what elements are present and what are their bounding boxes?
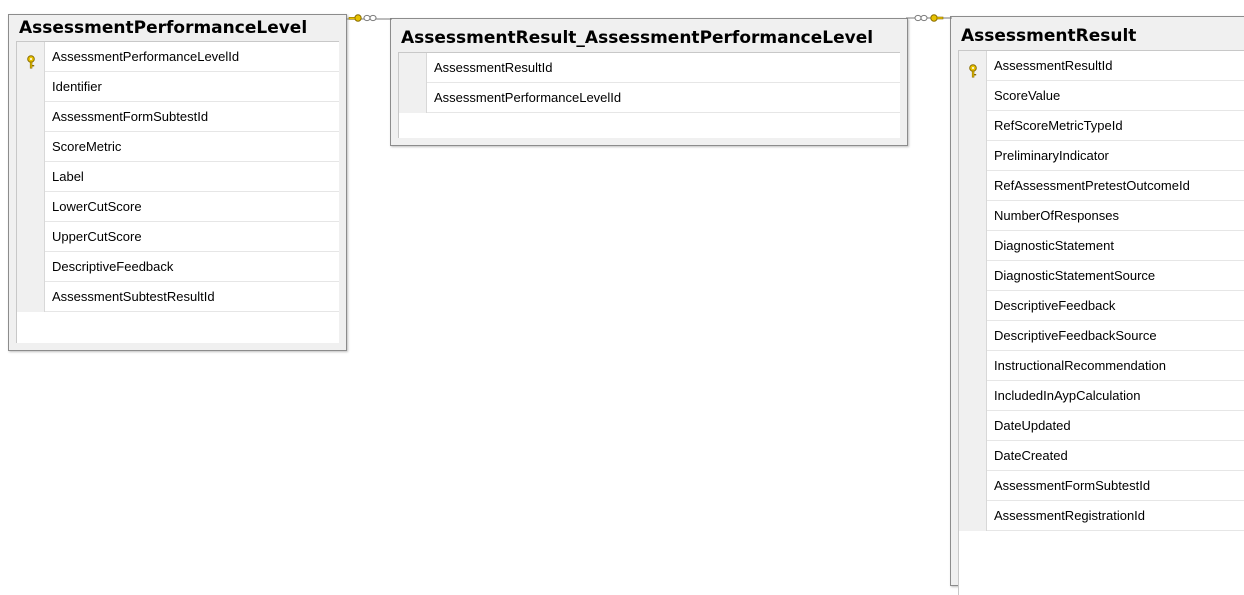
table-assessment-result[interactable]: AssessmentResult AssessmentResultId Score… bbox=[950, 16, 1244, 595]
column-name: AssessmentFormSubtestId bbox=[52, 109, 209, 124]
column-name: NumberOfResponses bbox=[994, 208, 1119, 223]
column-row[interactable]: Label bbox=[17, 162, 339, 192]
row-selector[interactable] bbox=[959, 201, 987, 231]
row-selector[interactable] bbox=[959, 471, 987, 501]
table-assessment-performance-level[interactable]: AssessmentPerformanceLevel AssessmentPer… bbox=[8, 14, 347, 351]
row-selector[interactable] bbox=[959, 141, 987, 171]
column-name: AssessmentPerformanceLevelId bbox=[434, 90, 622, 105]
column-name: ScoreMetric bbox=[52, 139, 122, 154]
row-selector[interactable] bbox=[17, 132, 45, 162]
column-row[interactable]: AssessmentResultId bbox=[959, 51, 1244, 81]
row-selector[interactable] bbox=[17, 72, 45, 102]
relationship-line-performance-level[interactable] bbox=[346, 6, 392, 26]
column-name: DescriptiveFeedback bbox=[994, 298, 1116, 313]
column-row[interactable]: DiagnosticStatement bbox=[959, 231, 1244, 261]
column-name: DiagnosticStatementSource bbox=[994, 268, 1156, 283]
column-row[interactable]: AssessmentResultId bbox=[399, 53, 900, 83]
column-name: AssessmentPerformanceLevelId bbox=[52, 49, 240, 64]
column-row[interactable]: ScoreValue bbox=[959, 81, 1244, 111]
infinity-icon bbox=[914, 14, 928, 22]
row-selector[interactable] bbox=[959, 261, 987, 291]
row-selector[interactable] bbox=[959, 351, 987, 381]
column-name: AssessmentResultId bbox=[434, 60, 553, 75]
column-name: AssessmentRegistrationId bbox=[994, 508, 1146, 523]
primary-key-icon bbox=[967, 59, 979, 78]
row-selector[interactable] bbox=[17, 162, 45, 192]
table-title: AssessmentResult bbox=[961, 26, 1137, 45]
column-row[interactable]: AssessmentFormSubtestId bbox=[17, 102, 339, 132]
column-list: AssessmentResultId AssessmentPerformanceL… bbox=[398, 52, 900, 138]
column-row[interactable]: AssessmentRegistrationId bbox=[959, 501, 1244, 531]
row-selector[interactable] bbox=[959, 291, 987, 321]
column-row[interactable]: DescriptiveFeedbackSource bbox=[959, 321, 1244, 351]
column-name: PreliminaryIndicator bbox=[994, 148, 1109, 163]
relationship-line-assessment-result[interactable] bbox=[906, 6, 952, 26]
table-title: AssessmentResult_AssessmentPerformanceLe… bbox=[401, 28, 874, 47]
row-selector[interactable] bbox=[959, 441, 987, 471]
row-selector[interactable] bbox=[17, 282, 45, 312]
row-selector[interactable] bbox=[959, 81, 987, 111]
column-row[interactable]: AssessmentFormSubtestId bbox=[959, 471, 1244, 501]
column-name: DateUpdated bbox=[994, 418, 1071, 433]
column-row[interactable]: RefAssessmentPretestOutcomeId bbox=[959, 171, 1244, 201]
column-row[interactable]: DateUpdated bbox=[959, 411, 1244, 441]
column-row[interactable]: ScoreMetric bbox=[17, 132, 339, 162]
column-name: ScoreValue bbox=[994, 88, 1061, 103]
column-name: UpperCutScore bbox=[52, 229, 142, 244]
row-selector[interactable] bbox=[17, 252, 45, 282]
column-name: DescriptiveFeedback bbox=[52, 259, 174, 274]
row-selector[interactable] bbox=[959, 171, 987, 201]
column-name: DateCreated bbox=[994, 448, 1068, 463]
row-selector[interactable] bbox=[399, 83, 427, 113]
row-selector[interactable] bbox=[959, 381, 987, 411]
column-name: LowerCutScore bbox=[52, 199, 142, 214]
column-row[interactable]: AssessmentSubtestResultId bbox=[17, 282, 339, 312]
column-name: RefScoreMetricTypeId bbox=[994, 118, 1123, 133]
column-row[interactable]: RefScoreMetricTypeId bbox=[959, 111, 1244, 141]
column-name: AssessmentSubtestResultId bbox=[52, 289, 215, 304]
row-selector[interactable] bbox=[17, 222, 45, 252]
column-row[interactable]: UpperCutScore bbox=[17, 222, 339, 252]
column-name: DescriptiveFeedbackSource bbox=[994, 328, 1157, 343]
column-row[interactable]: DateCreated bbox=[959, 441, 1244, 471]
column-name: AssessmentResultId bbox=[994, 58, 1113, 73]
column-row[interactable]: DescriptiveFeedback bbox=[959, 291, 1244, 321]
row-selector[interactable] bbox=[959, 501, 987, 531]
row-selector[interactable] bbox=[17, 102, 45, 132]
row-selector[interactable] bbox=[399, 53, 427, 83]
column-name: DiagnosticStatement bbox=[994, 238, 1114, 253]
row-selector[interactable] bbox=[959, 231, 987, 261]
column-list: AssessmentPerformanceLevelId Identifier As… bbox=[16, 41, 339, 343]
column-row[interactable]: AssessmentPerformanceLevelId bbox=[17, 42, 339, 72]
key-icon bbox=[348, 14, 362, 22]
column-list: AssessmentResultId ScoreValue RefScoreMetr… bbox=[958, 50, 1244, 595]
row-selector[interactable] bbox=[959, 111, 987, 141]
column-name: IncludedInAypCalculation bbox=[994, 388, 1141, 403]
column-row[interactable]: DescriptiveFeedback bbox=[17, 252, 339, 282]
primary-key-icon bbox=[25, 50, 37, 69]
row-selector[interactable] bbox=[959, 321, 987, 351]
column-row[interactable]: InstructionalRecommendation bbox=[959, 351, 1244, 381]
column-row[interactable]: AssessmentPerformanceLevelId bbox=[399, 83, 900, 113]
key-icon bbox=[930, 14, 944, 22]
column-name: RefAssessmentPretestOutcomeId bbox=[994, 178, 1190, 193]
column-row[interactable]: PreliminaryIndicator bbox=[959, 141, 1244, 171]
column-row[interactable]: LowerCutScore bbox=[17, 192, 339, 222]
column-row[interactable]: DiagnosticStatementSource bbox=[959, 261, 1244, 291]
row-selector[interactable] bbox=[959, 411, 987, 441]
column-name: Label bbox=[52, 169, 84, 184]
infinity-icon bbox=[363, 14, 377, 22]
row-selector[interactable] bbox=[17, 192, 45, 222]
column-row[interactable]: Identifier bbox=[17, 72, 339, 102]
column-name: InstructionalRecommendation bbox=[994, 358, 1166, 373]
table-title: AssessmentPerformanceLevel bbox=[19, 18, 308, 37]
column-row[interactable]: NumberOfResponses bbox=[959, 201, 1244, 231]
table-assessment-result-assessment-performance-level[interactable]: AssessmentResult_AssessmentPerformanceLe… bbox=[390, 18, 908, 146]
column-name: Identifier bbox=[52, 79, 102, 94]
column-row[interactable]: IncludedInAypCalculation bbox=[959, 381, 1244, 411]
column-name: AssessmentFormSubtestId bbox=[994, 478, 1151, 493]
